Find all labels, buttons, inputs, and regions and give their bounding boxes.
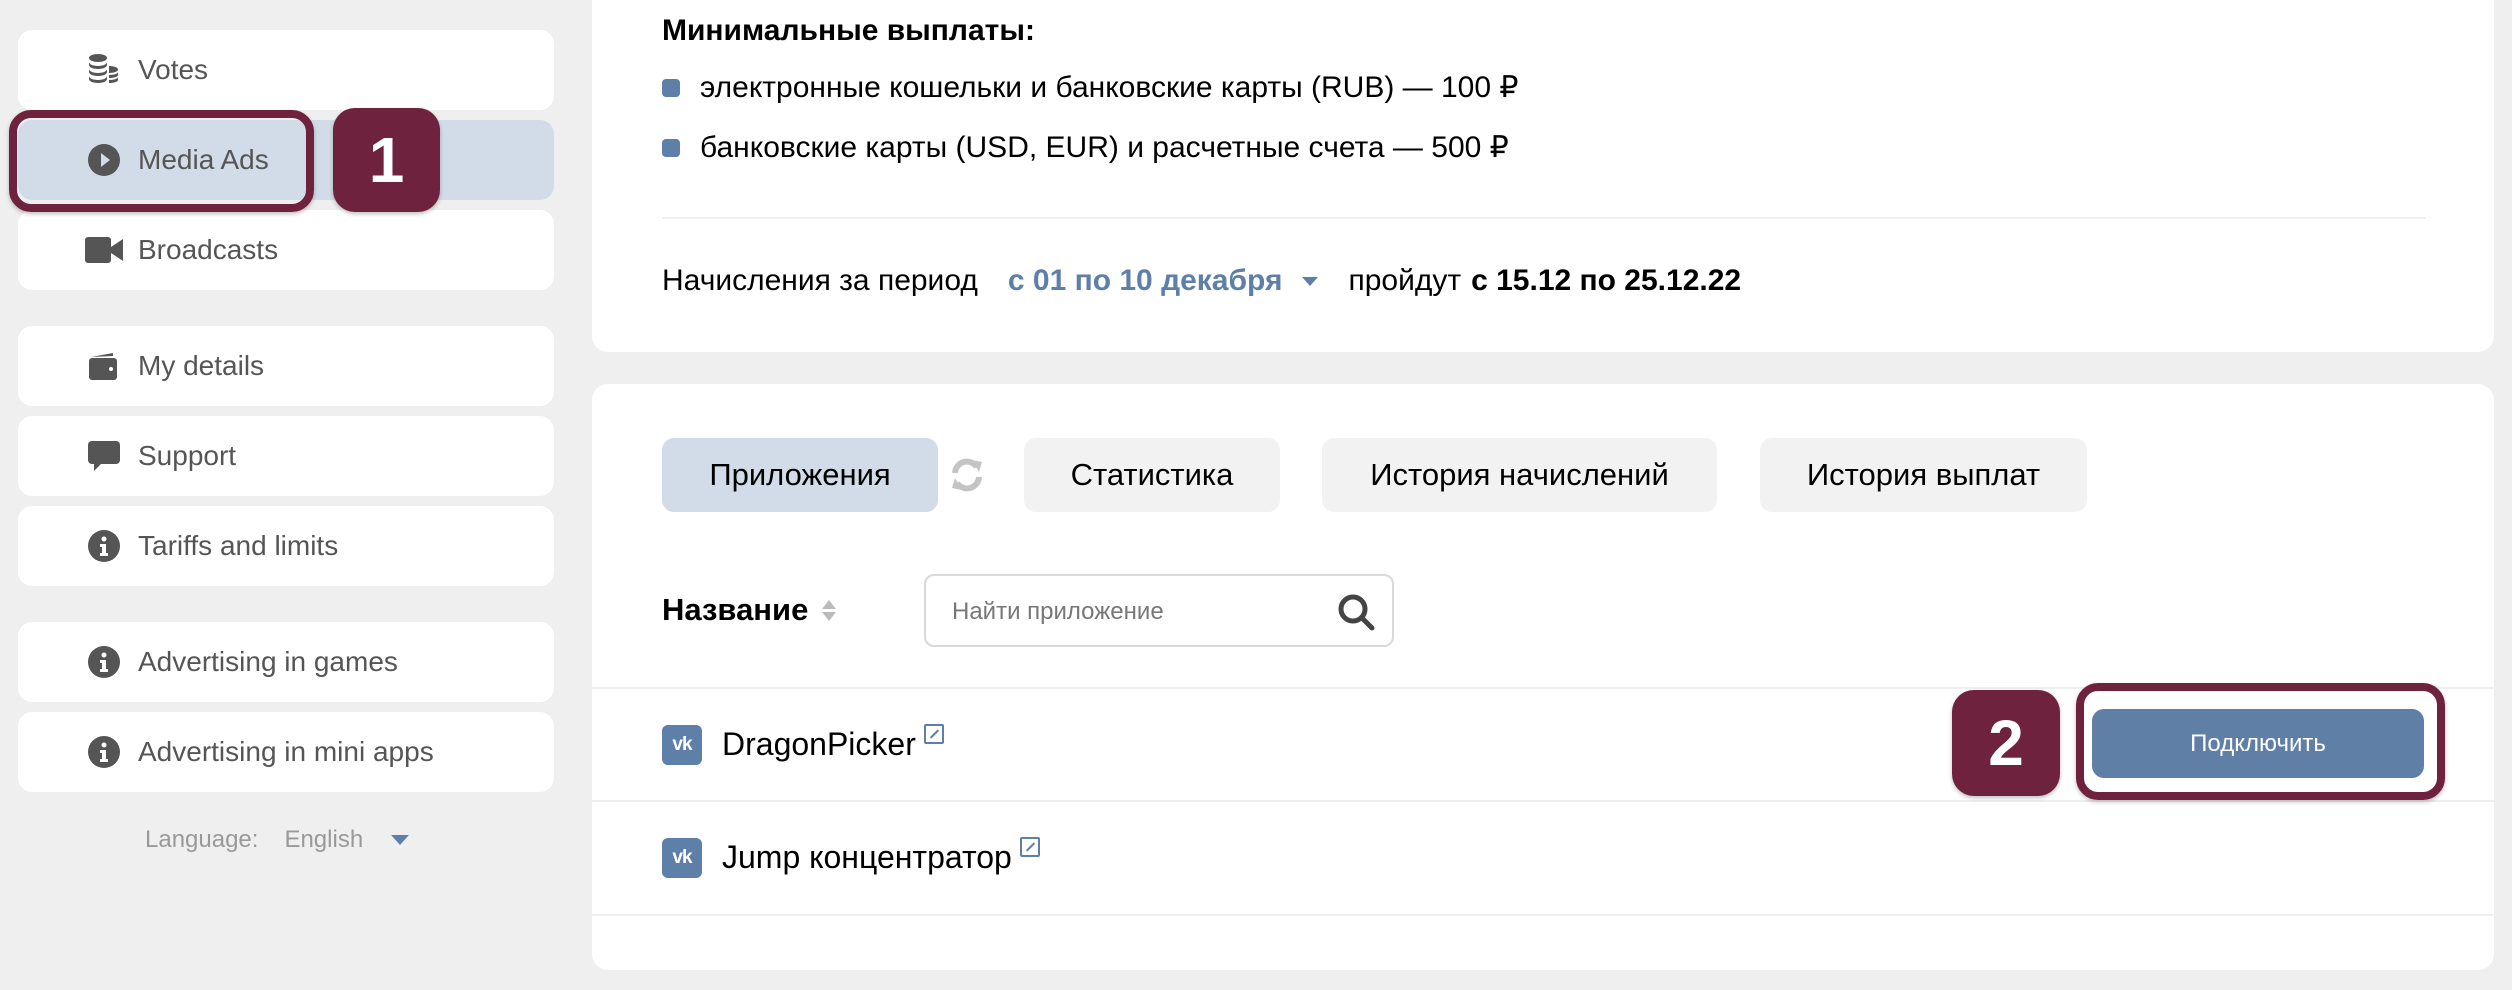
info-icon [84,526,124,566]
app-name[interactable]: DragonPicker [722,724,944,763]
info-icon [84,732,124,772]
vk-icon: vk [662,725,702,765]
app-search[interactable] [924,574,1394,647]
sidebar-item-label: Broadcasts [138,234,279,265]
sidebar-item-label: My details [138,350,265,381]
refresh-icon[interactable] [948,456,986,494]
sidebar-item-votes[interactable]: Votes [18,30,554,110]
sidebar-item-label: Support [138,440,237,471]
external-link-icon[interactable] [923,724,944,744]
sidebar-item-label: Advertising in mini apps [138,736,434,767]
sidebar-item-label: Votes [138,54,209,85]
search-input[interactable] [950,576,1314,647]
annotation-badge-2: 2 [1952,690,2060,796]
coins-icon [84,50,124,90]
caret-down-icon[interactable] [391,835,410,845]
external-link-icon[interactable] [1019,837,1040,857]
annotation-badge-1: 1 [333,108,440,212]
caret-down-icon[interactable] [1302,276,1319,286]
divider [662,217,2426,219]
annotation-highlight-2 [2076,683,2445,800]
column-header-label: Название [662,592,809,627]
video-camera-icon [84,230,124,270]
sidebar-item-broadcasts[interactable]: Broadcasts [18,210,554,290]
vk-icon: vk [662,838,702,878]
wallet-icon [84,346,124,386]
tab-apps[interactable]: Приложения [662,438,938,512]
min-payouts-title: Минимальные выплаты: [662,14,1035,47]
sidebar-item-label: Tariffs and limits [138,530,339,561]
column-header-name[interactable]: Название [662,592,837,628]
language-value[interactable]: English [284,826,363,854]
bullet-icon [662,78,680,97]
language-selector[interactable]: Language: English [145,826,410,854]
payout-item: электронные кошельки и банковские карты … [662,70,1518,105]
period-middle: пройдут [1348,264,1462,297]
sidebar-item-advertising-in-games[interactable]: Advertising in games [18,622,554,702]
period-prefix: Начисления за период [662,264,978,297]
sidebar-item-tariffs-and-limits[interactable]: Tariffs and limits [18,506,554,586]
chat-bubble-icon [84,436,124,476]
payout-item: банковские карты (USD, EUR) и расчетные … [662,130,1509,165]
app-name[interactable]: Jump концентратор [722,837,1040,876]
sidebar-item-my-details[interactable]: My details [18,326,554,406]
annotation-highlight-1 [9,110,314,212]
bullet-icon [662,138,680,157]
payouts-card [592,0,2494,352]
sidebar-item-advertising-in-mini-apps[interactable]: Advertising in mini apps [18,712,554,792]
sidebar-item-label: Advertising in games [138,646,398,677]
tab-payout-history[interactable]: История выплат [1760,438,2087,512]
accrual-period-row: Начисления за период с 01 по 10 декабря … [662,264,1741,298]
sidebar-item-support[interactable]: Support [18,416,554,496]
period-dates: с 15.12 по 25.12.22 [1471,264,1742,297]
search-icon[interactable] [1336,592,1376,632]
tab-statistics[interactable]: Статистика [1024,438,1280,512]
tab-accrual-history[interactable]: История начислений [1322,438,1717,512]
table-divider [592,914,2494,916]
language-label: Language: [145,826,259,853]
table-row: vk Jump концентратор [592,801,2494,913]
payout-item-text: банковские карты (USD, EUR) и расчетные … [700,131,1509,164]
period-selector[interactable]: с 01 по 10 декабря [1008,264,1283,298]
sort-icon[interactable] [822,599,837,621]
payout-item-text: электронные кошельки и банковские карты … [700,71,1519,104]
info-icon [84,642,124,682]
